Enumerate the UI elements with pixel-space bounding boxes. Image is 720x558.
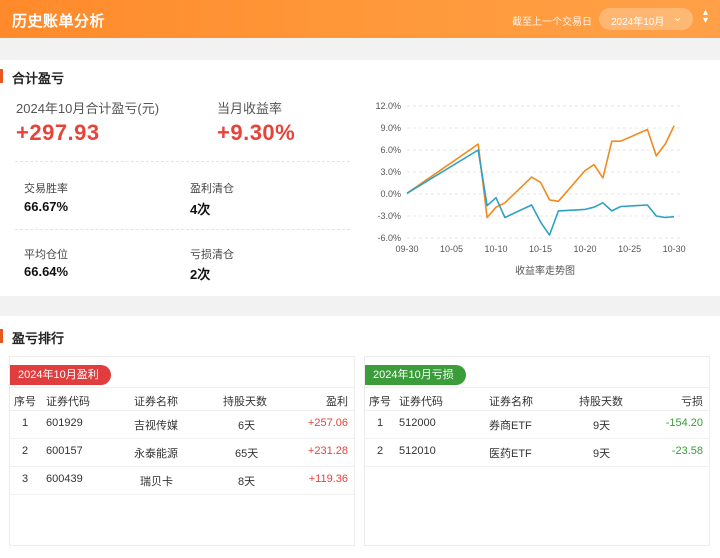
monthly-return-value: +9.30%: [217, 120, 296, 145]
row-profit: +231.28: [307, 445, 348, 457]
x-tick-label: 10-10: [485, 244, 508, 254]
col-code: 证券代码: [399, 396, 443, 408]
loss-badge: 2024年10月亏损: [365, 365, 466, 385]
table-row[interactable]: 2 512010 医药ETF 9天 -23.58: [365, 439, 709, 467]
monthly-return-label: 当月收益率: [217, 101, 283, 116]
divider: [15, 229, 350, 230]
x-tick-label: 09-30: [395, 244, 418, 254]
y-tick-label: 12.0%: [375, 101, 401, 111]
row-code: 601929: [46, 417, 83, 429]
profit-clear-label: 盈利清仓: [190, 183, 234, 195]
row-index: 3: [22, 473, 29, 485]
page-title: 历史账单分析: [12, 13, 106, 30]
row-days: 9天: [593, 420, 611, 432]
table-row[interactable]: 1 601929 吉视传媒 6天 +257.06: [10, 411, 354, 439]
y-tick-label: 3.0%: [380, 167, 401, 177]
row-name: 医药ETF: [489, 448, 532, 460]
avg-position-value: 66.64%: [24, 264, 69, 279]
x-tick-label: 10-25: [618, 244, 641, 254]
col-days: 持股天数: [223, 396, 267, 408]
top-bar: 历史账单分析 截至上一个交易日 2024年10月 ⌄ ▴ ▾: [0, 0, 720, 38]
total-pnl-label: 2024年10月合计盈亏(元): [16, 101, 160, 116]
col-name: 证券名称: [134, 396, 178, 408]
summary-section-title: 合计盈亏: [0, 68, 64, 87]
row-index: 1: [377, 417, 384, 429]
row-days: 6天: [238, 420, 256, 432]
row-loss: -154.20: [665, 417, 703, 429]
y-tick-label: -6.0%: [377, 233, 401, 243]
row-code: 600439: [46, 473, 83, 485]
row-loss: -23.58: [671, 445, 703, 457]
loss-table-header: 序号 证券代码 证券名称 持股天数 亏损: [365, 387, 709, 411]
month-select-value: 2024年10月: [611, 17, 665, 28]
profit-table-header: 序号 证券代码 证券名称 持股天数 盈利: [10, 387, 354, 411]
chart-title: 收益率走势图: [515, 264, 575, 277]
col-code: 证券代码: [46, 396, 90, 408]
col-days: 持股天数: [579, 396, 623, 408]
row-days: 65天: [235, 448, 259, 460]
total-pnl-value: +297.93: [16, 120, 100, 145]
loss-clear-label: 亏损清仓: [190, 249, 234, 261]
table-row[interactable]: 1 512000 券商ETF 9天 -154.20: [365, 411, 709, 439]
row-name: 瑞贝卡: [140, 476, 173, 488]
col-index: 序号: [14, 396, 36, 408]
table-row[interactable]: 2 600157 永泰能源 65天 +231.28: [10, 439, 354, 467]
row-name: 永泰能源: [134, 448, 178, 460]
row-index: 2: [22, 445, 29, 457]
win-rate-label: 交易胜率: [24, 183, 68, 195]
row-index: 1: [22, 417, 29, 429]
chart-svg: 12.0% 9.0% 6.0% 3.0% 0.0% -3.0% -6.0%09-30 10-0…: [375, 101, 686, 277]
avg-position-label: 平均仓位: [24, 249, 68, 261]
divider: [15, 161, 350, 162]
win-rate-value: 66.67%: [24, 199, 69, 214]
sort-toggle-icon[interactable]: ▴ ▾: [703, 8, 708, 26]
col-name: 证券名称: [489, 396, 533, 408]
loss-clear-value: 2次: [190, 267, 211, 282]
chevron-down-icon: ⌄: [673, 12, 683, 24]
row-code: 512000: [399, 417, 436, 429]
profit-badge: 2024年10月盈利: [10, 365, 111, 385]
row-name: 吉视传媒: [134, 420, 178, 432]
x-tick-label: 10-05: [440, 244, 463, 254]
x-tick-label: 10-15: [529, 244, 552, 254]
row-days: 9天: [593, 448, 611, 460]
loss-ranking-panel: 2024年10月亏损 序号 证券代码 证券名称 持股天数 亏损 1 512000…: [364, 356, 710, 546]
col-profit: 盈利: [326, 396, 348, 408]
col-index: 序号: [369, 396, 391, 408]
row-code: 600157: [46, 445, 83, 457]
ranking-section-title: 盈亏排行: [0, 328, 64, 347]
col-loss: 亏损: [681, 396, 703, 408]
profit-clear-value: 4次: [190, 202, 211, 217]
row-profit: +257.06: [307, 417, 348, 429]
y-tick-label: 9.0%: [380, 123, 401, 133]
return-trend-chart: 12.0% 9.0% 6.0% 3.0% 0.0% -3.0% -6.0% 09-30 10-0…: [365, 92, 695, 292]
x-tick-label: 10-20: [574, 244, 597, 254]
series-line-2: [406, 149, 675, 236]
x-tick-label: 10-30: [663, 244, 686, 254]
row-profit: +119.36: [308, 473, 348, 485]
row-code: 512010: [399, 445, 436, 457]
data-date-hint: 截至上一个交易日: [512, 17, 592, 28]
y-tick-label: -3.0%: [377, 211, 401, 221]
row-index: 2: [377, 445, 384, 457]
profit-ranking-panel: 2024年10月盈利 序号 证券代码 证券名称 持股天数 盈利 1 601929…: [9, 356, 355, 546]
month-select[interactable]: 2024年10月 ⌄: [599, 8, 693, 30]
row-days: 8天: [238, 476, 256, 488]
y-tick-label: 0.0%: [380, 189, 401, 199]
y-tick-label: 6.0%: [380, 145, 401, 155]
row-name: 券商ETF: [489, 420, 532, 432]
table-row[interactable]: 3 600439 瑞贝卡 8天 +119.36: [10, 467, 354, 495]
